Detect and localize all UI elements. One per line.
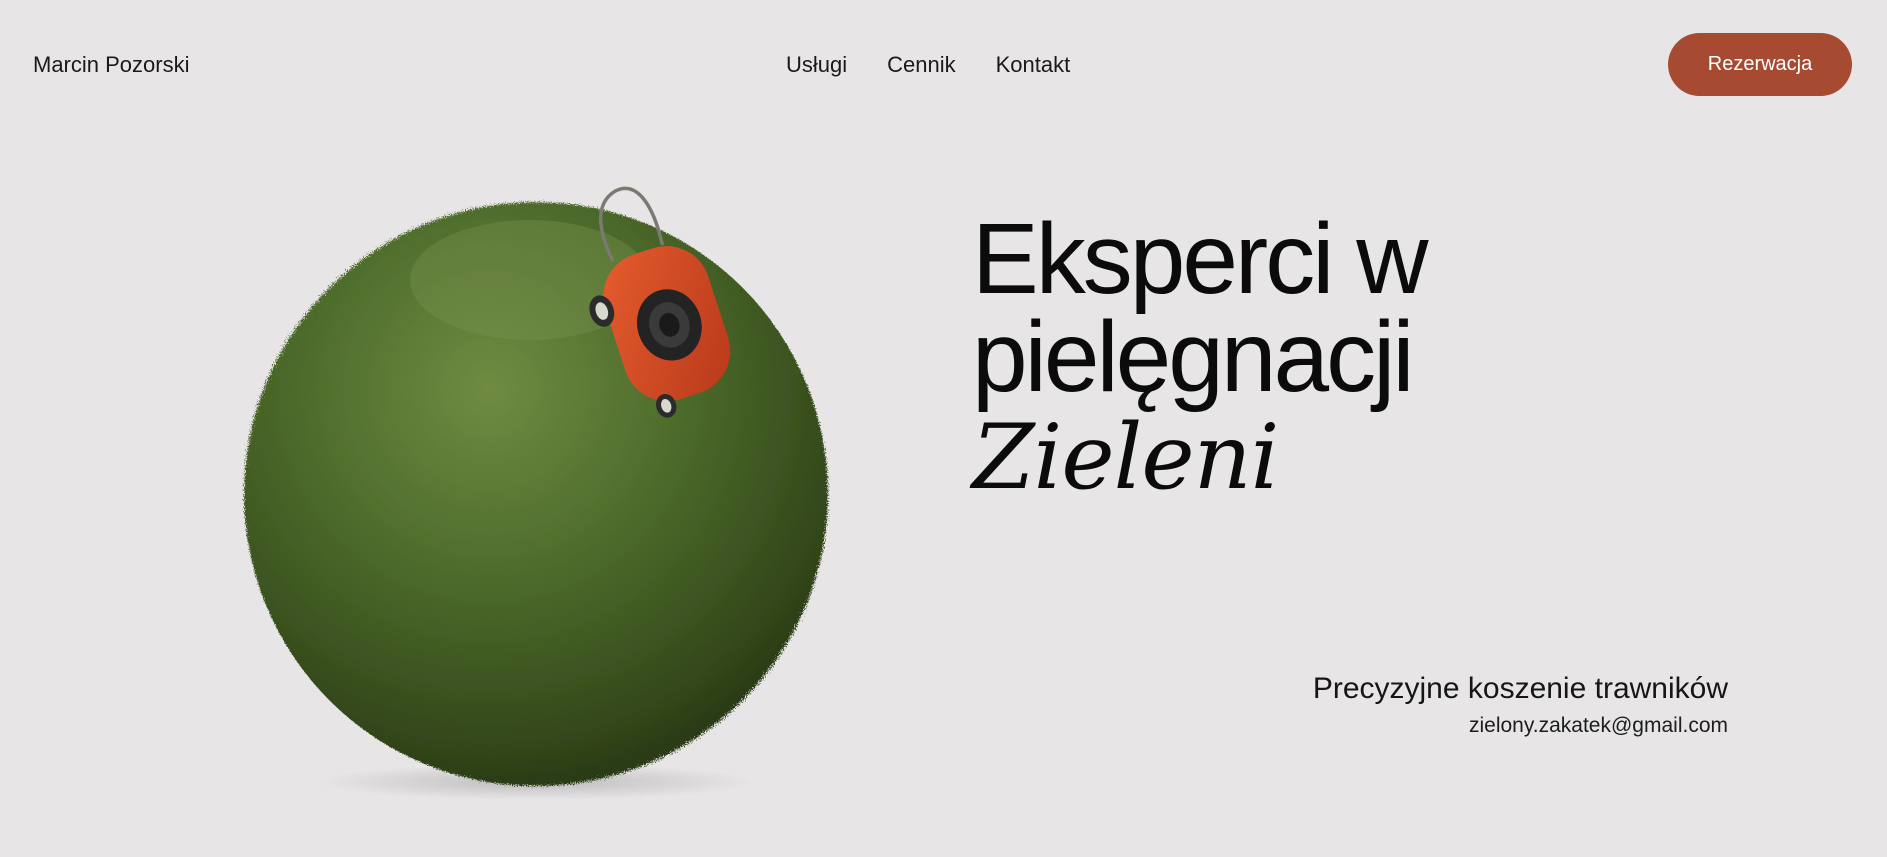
hero-tagline: Precyzyjne koszenie trawników zielony.za… <box>1313 672 1728 738</box>
main-nav: Usługi Cennik Kontakt <box>786 52 1070 78</box>
hero-image-grass-sphere <box>230 170 850 810</box>
contact-email-link[interactable]: zielony.zakatek@gmail.com <box>1313 714 1728 738</box>
nav-item-cennik[interactable]: Cennik <box>887 52 955 78</box>
headline-accent: Zieleni <box>972 405 1279 510</box>
service-description: Precyzyjne koszenie trawników <box>1312 672 1728 705</box>
brand-logo-link[interactable]: Marcin Pozorski <box>33 52 189 78</box>
headline-line-1: Eksperci w <box>972 203 1428 315</box>
hero-headline: Eksperci w pielęgnacji Zieleni <box>972 203 1428 510</box>
headline-line-2: pielęgnacji <box>972 301 1415 413</box>
nav-item-kontakt[interactable]: Kontakt <box>996 52 1071 78</box>
reservation-button[interactable]: Rezerwacja <box>1668 33 1852 96</box>
nav-item-uslugi[interactable]: Usługi <box>786 52 847 78</box>
site-header: Marcin Pozorski Usługi Cennik Kontakt Re… <box>0 0 1887 130</box>
